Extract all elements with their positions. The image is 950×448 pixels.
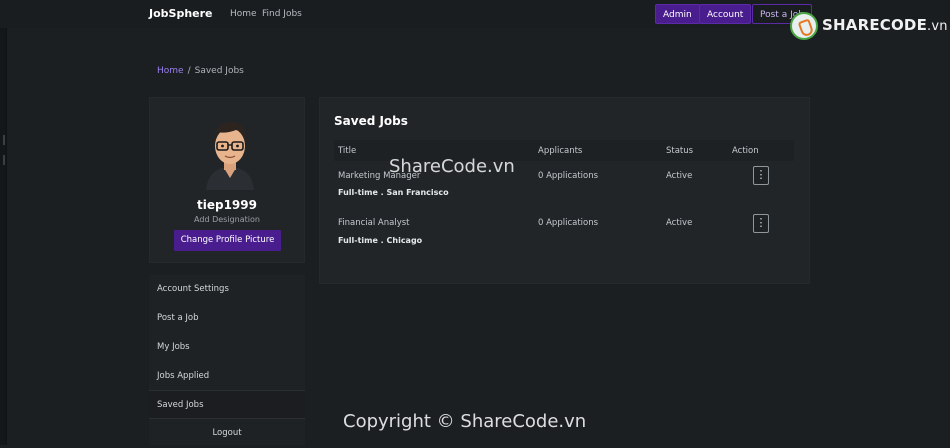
breadcrumb-home[interactable]: Home xyxy=(157,66,184,76)
watermark-center-text: ShareCode.vn xyxy=(389,156,515,177)
logo-vn-text: .vn xyxy=(927,19,948,34)
logo-share-text: SHARE xyxy=(822,16,880,34)
job-status: Active xyxy=(666,171,693,181)
breadcrumb: Home / Saved Jobs xyxy=(157,66,244,76)
saved-jobs-panel: Saved Jobs Title Applicants Status Actio… xyxy=(319,97,810,284)
column-title: Title xyxy=(338,146,357,156)
menu-item-account-settings[interactable]: Account Settings xyxy=(149,275,305,304)
change-profile-picture-button[interactable]: Change Profile Picture xyxy=(174,230,281,251)
menu-item-post-a-job[interactable]: Post a Job xyxy=(149,304,305,333)
avatar xyxy=(206,122,254,190)
account-button[interactable]: Account xyxy=(699,4,752,24)
breadcrumb-current: Saved Jobs xyxy=(194,66,244,76)
watermark-copyright-text: Copyright © ShareCode.vn xyxy=(343,411,587,432)
job-title[interactable]: Financial Analyst xyxy=(338,218,410,228)
menu-item-jobs-applied[interactable]: Jobs Applied xyxy=(149,362,305,391)
left-edge-strip xyxy=(0,0,7,445)
job-meta: Full-time . San Francisco xyxy=(338,188,449,197)
nav-link-find-jobs[interactable]: Find Jobs xyxy=(262,9,302,19)
profile-designation[interactable]: Add Designation xyxy=(150,215,304,224)
menu-item-saved-jobs[interactable]: Saved Jobs xyxy=(149,390,305,419)
kebab-menu-icon: ⋮ xyxy=(755,168,767,181)
brand-logo[interactable]: JobSphere xyxy=(149,7,213,20)
account-sidebar-menu: Account Settings Post a Job My Jobs Jobs… xyxy=(149,275,305,445)
column-action: Action xyxy=(732,146,759,156)
column-status: Status xyxy=(666,146,694,156)
profile-username: tiep1999 xyxy=(197,198,257,212)
sharecode-logo-text: SHARECODE.vn xyxy=(822,16,948,34)
row-action-button[interactable]: ⋮ xyxy=(753,214,769,233)
menu-item-my-jobs[interactable]: My Jobs xyxy=(149,333,305,362)
job-applicants: 0 Applications xyxy=(538,218,599,228)
sharecode-logo-icon xyxy=(790,12,818,40)
menu-item-logout[interactable]: Logout xyxy=(149,419,305,448)
profile-card: tiep1999 Add Designation Change Profile … xyxy=(149,97,305,263)
job-status: Active xyxy=(666,218,693,228)
kebab-menu-icon: ⋮ xyxy=(755,216,767,229)
column-applicants: Applicants xyxy=(538,146,583,156)
panel-title: Saved Jobs xyxy=(334,114,408,128)
admin-button[interactable]: Admin xyxy=(655,4,700,24)
sharecode-watermark-logo: SHARECODE.vn xyxy=(788,10,948,42)
logo-code-text: CODE xyxy=(879,16,928,34)
scroll-marker xyxy=(3,135,5,145)
nav-link-home[interactable]: Home xyxy=(230,9,257,19)
breadcrumb-separator: / xyxy=(187,66,191,76)
job-meta: Full-time . Chicago xyxy=(338,236,423,245)
row-action-button[interactable]: ⋮ xyxy=(753,166,769,185)
job-applicants: 0 Applications xyxy=(538,171,599,181)
scroll-marker xyxy=(3,155,5,165)
